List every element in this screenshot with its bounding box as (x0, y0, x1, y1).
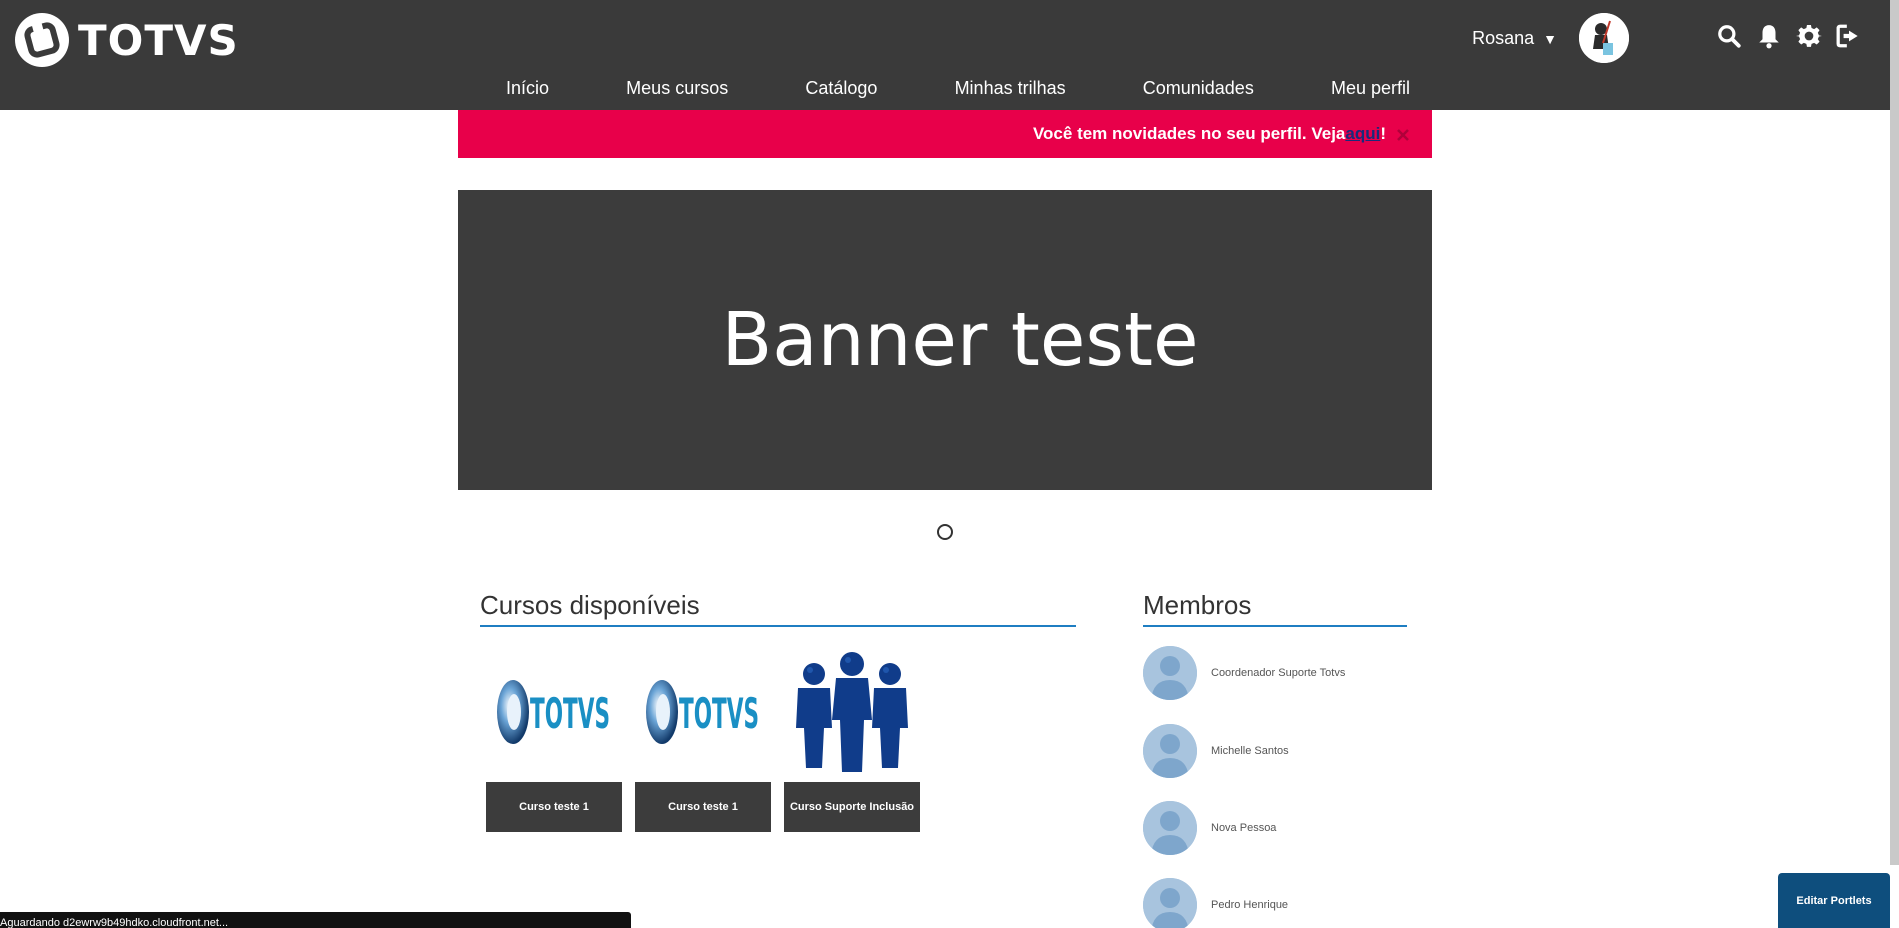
member-avatar[interactable] (1143, 801, 1197, 855)
course-card[interactable]: Curso Suporte Inclusão (784, 648, 920, 832)
nav-comunidades[interactable]: Comunidades (1143, 78, 1254, 99)
totvs-course-logo: TOTVS (646, 680, 759, 744)
logo-text: TOTVS (78, 15, 239, 65)
user-avatar[interactable] (1579, 13, 1629, 63)
totvs-course-logo: TOTVS (497, 680, 610, 744)
notice-link[interactable]: aqui (1345, 124, 1380, 144)
member-name[interactable]: Michelle Santos (1211, 745, 1289, 757)
caret-down-icon: ▼ (1543, 30, 1557, 47)
course-image[interactable]: TOTVS (635, 648, 771, 776)
course-image[interactable] (784, 648, 920, 776)
totvs-logo[interactable]: TOTVS (14, 12, 239, 68)
member-name[interactable]: Nova Pessoa (1211, 822, 1276, 834)
default-avatar-icon (1143, 801, 1197, 855)
carousel-dot[interactable] (937, 524, 953, 540)
scrollbar-thumb[interactable] (1890, 0, 1899, 865)
member-name[interactable]: Pedro Henrique (1211, 899, 1288, 911)
course-card[interactable]: TOTVS Curso teste 1 (486, 648, 622, 832)
member-avatar[interactable] (1143, 724, 1197, 778)
members-title: Membros (1143, 590, 1407, 627)
user-avatar-image (1579, 13, 1629, 63)
search-icon[interactable] (1715, 22, 1743, 50)
notice-text: Você tem novidades no seu perfil. Veja (1032, 124, 1346, 143)
totvs-logo-icon (15, 13, 69, 67)
close-icon[interactable] (1396, 127, 1410, 141)
nav-minhas-trilhas[interactable]: Minhas trilhas (955, 78, 1066, 99)
top-header: TOTVS Rosana ▼ Início Meus cursos Catálo… (0, 0, 1899, 110)
user-menu[interactable]: Rosana ▼ (1472, 28, 1557, 49)
member-avatar[interactable] (1143, 878, 1197, 928)
course-button[interactable]: Curso teste 1 (635, 782, 771, 832)
nav-catalogo[interactable]: Catálogo (805, 78, 877, 99)
default-avatar-icon (1143, 878, 1197, 928)
banner-title: Banner teste (721, 297, 1199, 383)
browser-status-bar: Aguardando d2ewrw9b49hdko.cloudfront.net… (0, 912, 631, 928)
main-nav: Início Meus cursos Catálogo Minhas trilh… (478, 78, 1438, 99)
profile-notice: Você tem novidades no seu perfil. Veja a… (458, 110, 1432, 158)
user-area: Rosana ▼ (1472, 13, 1629, 63)
edit-portlets-button[interactable]: Editar Portlets (1778, 873, 1890, 928)
courses-title: Cursos disponíveis (480, 590, 1076, 627)
notice-exclamation: ! (1380, 124, 1386, 143)
nav-meus-cursos[interactable]: Meus cursos (626, 78, 728, 99)
nav-inicio[interactable]: Início (506, 78, 549, 99)
member-item[interactable]: Michelle Santos (1143, 724, 1289, 778)
people-group-icon (796, 652, 908, 772)
member-name[interactable]: Coordenador Suporte Totvs (1211, 667, 1345, 679)
svg-text:TOTVS: TOTVS (530, 689, 610, 738)
member-item[interactable]: Coordenador Suporte Totvs (1143, 646, 1345, 700)
bell-icon[interactable] (1755, 22, 1783, 50)
default-avatar-icon (1143, 724, 1197, 778)
nav-meu-perfil[interactable]: Meu perfil (1331, 78, 1410, 99)
header-icons (1703, 22, 1863, 50)
course-image[interactable]: TOTVS (486, 648, 622, 776)
member-avatar[interactable] (1143, 646, 1197, 700)
member-item[interactable]: Nova Pessoa (1143, 801, 1276, 855)
gear-icon[interactable] (1795, 22, 1823, 50)
banner[interactable]: Banner teste (458, 190, 1432, 490)
default-avatar-icon (1143, 646, 1197, 700)
course-button[interactable]: Curso teste 1 (486, 782, 622, 832)
course-card[interactable]: TOTVS Curso teste 1 (635, 648, 771, 832)
svg-text:TOTVS: TOTVS (679, 689, 759, 738)
course-button[interactable]: Curso Suporte Inclusão (784, 782, 920, 832)
member-item[interactable]: Pedro Henrique (1143, 878, 1288, 928)
logout-icon[interactable] (1835, 22, 1863, 50)
user-name: Rosana (1472, 27, 1535, 48)
